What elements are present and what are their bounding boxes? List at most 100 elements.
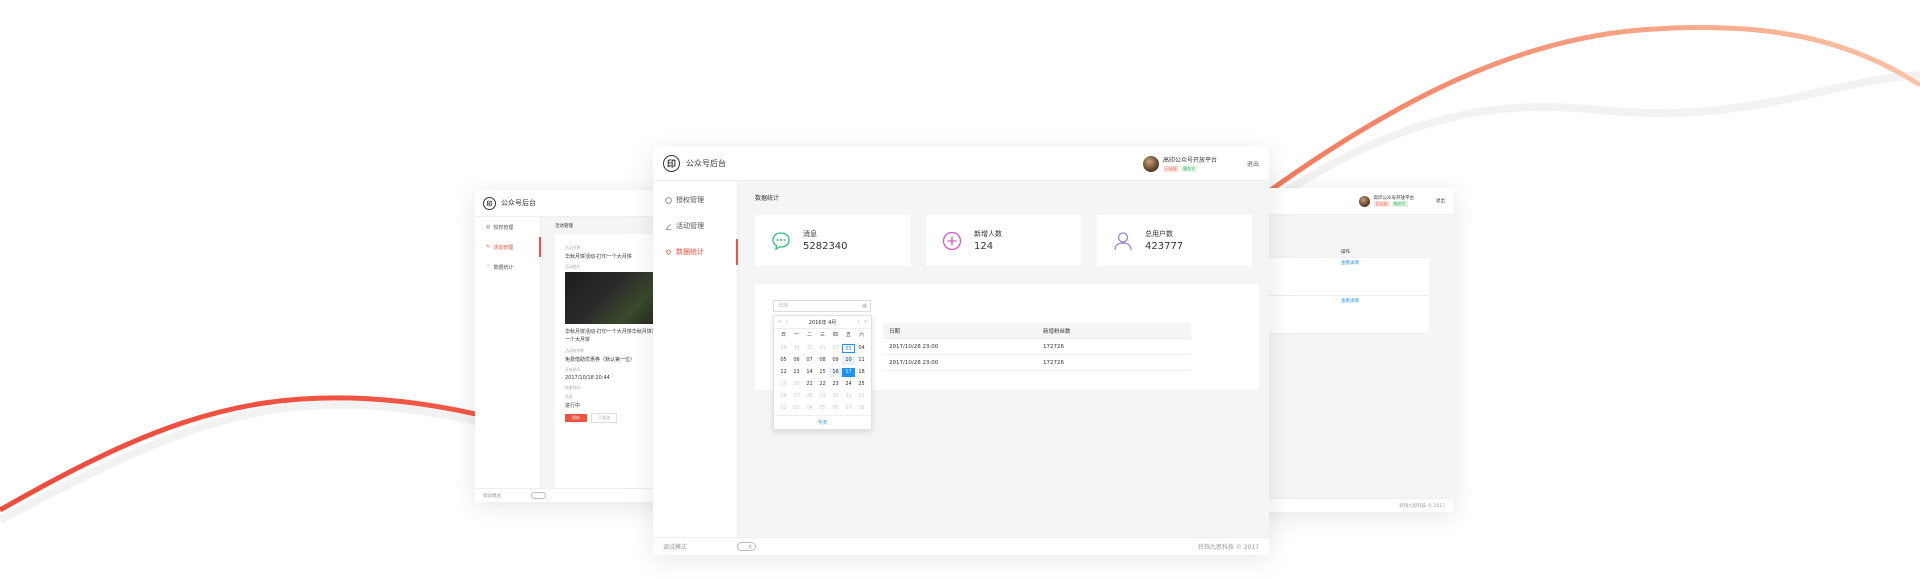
calendar-day[interactable]: 05 — [816, 404, 829, 413]
sidebar-item-label: 授权管理 — [493, 224, 514, 231]
calendar-day[interactable]: 16 — [829, 368, 842, 377]
calendar-day[interactable]: 29 — [816, 392, 829, 401]
today-button[interactable]: 今天 — [774, 415, 871, 429]
dev-mode-toggle[interactable]: 关 — [737, 542, 757, 551]
calendar-day[interactable]: 02 — [829, 344, 842, 353]
calendar-day[interactable]: 08 — [816, 356, 829, 365]
calendar-day[interactable]: 01 — [855, 392, 868, 401]
next-year-icon[interactable]: » — [864, 319, 867, 325]
avatar[interactable] — [1358, 195, 1370, 207]
calendar-day[interactable]: 30 — [790, 344, 803, 353]
calendar-day[interactable]: 03 — [790, 404, 803, 413]
unpublish-button[interactable]: 下架该 — [591, 413, 617, 423]
calendar-header: « ‹ 2016年 4月 › » — [774, 316, 871, 329]
sidebar-item-stats[interactable]: ♡ 数据统计 — [475, 257, 540, 277]
calendar-day[interactable]: 27 — [790, 392, 803, 401]
calendar-day[interactable]: 07 — [842, 404, 855, 413]
calendar-day[interactable]: 13 — [790, 368, 803, 377]
calendar-day[interactable]: 12 — [777, 368, 790, 377]
calendar-day[interactable]: 04 — [855, 344, 868, 353]
calendar-day[interactable]: 11 — [855, 356, 868, 365]
breadcrumb: 活动管理 — [555, 224, 573, 229]
calendar-day[interactable]: 04 — [803, 404, 816, 413]
toggle-label: 关 — [748, 544, 753, 549]
chart-icon — [666, 249, 671, 255]
table-cell: 172726 — [1043, 343, 1064, 350]
shield-icon: ◎ — [486, 224, 491, 230]
save-button[interactable]: 保存 — [565, 414, 587, 422]
date-placeholder: 日期 — [778, 303, 789, 309]
calendar-day[interactable]: 26 — [777, 392, 790, 401]
calendar-day[interactable]: 24 — [842, 380, 855, 389]
sidebar-item-stats[interactable]: 数据统计 — [653, 239, 738, 265]
footer: 铃铛九思科技 © 2017 — [1245, 498, 1453, 512]
calendar-day[interactable]: 10 — [842, 356, 855, 365]
sidebar-item-auth[interactable]: 授权管理 — [653, 187, 737, 213]
account-info: 高印公众号开放平台 已认证 服务号 — [1373, 195, 1414, 207]
calendar-day[interactable]: 21 — [803, 380, 816, 389]
logout-button[interactable]: 退出 — [1247, 159, 1259, 168]
weekday-label: 日 — [780, 332, 786, 338]
calendar-day[interactable]: 25 — [855, 380, 868, 389]
calendar-day[interactable]: 09 — [829, 356, 842, 365]
edit-icon — [665, 223, 672, 230]
view-details-link[interactable]: 查看详情 — [1337, 296, 1429, 333]
column-header-new-fans: 新增粉丝数 — [1043, 328, 1071, 335]
calendar-day[interactable]: 19 — [777, 380, 790, 389]
view-details-link[interactable]: 查看详情 — [1337, 258, 1429, 295]
calendar-day[interactable]: 20 — [790, 380, 803, 389]
sidebar-item-label: 活动管理 — [676, 222, 704, 230]
table-cell: 2017/10/28 23:00 — [889, 343, 939, 350]
edit-icon: ✎ — [486, 244, 491, 250]
prev-month-icon[interactable]: ‹ — [786, 319, 788, 325]
window-header: 印 公众号后台 高印公众号开放平台 已认证 服务号 退出 — [653, 147, 1269, 181]
verified-badge: 已认证 — [1162, 166, 1179, 172]
sidebar: 授权管理 活动管理 数据统计 — [653, 181, 738, 537]
calendar-dropdown: « ‹ 2016年 4月 › » 日 一 二 三 四 五 六 29 30 31 … — [773, 315, 872, 430]
sidebar-item-activity[interactable]: 活动管理 — [653, 213, 737, 239]
calendar-day[interactable]: 05 — [777, 356, 790, 365]
calendar-day[interactable]: 31 — [803, 344, 816, 353]
main-window: 印 公众号后台 高印公众号开放平台 已认证 服务号 退出 授权管理 活动管理 数… — [653, 147, 1269, 555]
calendar-day[interactable]: 18 — [855, 368, 868, 377]
calendar-day[interactable]: 06 — [790, 356, 803, 365]
dev-mode-toggle[interactable] — [531, 492, 546, 499]
brand-logo-icon: 印 — [663, 155, 680, 172]
calendar-day[interactable]: 23 — [829, 380, 842, 389]
calendar-day[interactable]: 17 — [842, 368, 855, 377]
sidebar-item-activity[interactable]: ✎ 活动管理 — [475, 237, 541, 257]
calendar-day[interactable]: 01 — [816, 344, 829, 353]
date-picker-input[interactable]: 日期 ▦ — [773, 300, 871, 312]
calendar-day[interactable]: 15 — [816, 368, 829, 377]
calendar-day[interactable]: 22 — [816, 380, 829, 389]
prev-year-icon[interactable]: « — [778, 319, 781, 325]
weekday-label: 二 — [806, 332, 812, 338]
calendar-title[interactable]: 2016年 4月 — [809, 319, 837, 326]
brand-title: 公众号后台 — [501, 199, 536, 207]
calendar-day[interactable]: 28 — [803, 392, 816, 401]
table-cell: 172726 — [1043, 359, 1064, 366]
table-row: 2017/10/28 23:00 172726 — [883, 339, 1191, 355]
dev-mode-label: 调试模式 — [483, 493, 501, 499]
calendar-day[interactable]: 03 — [842, 344, 855, 353]
calendar-day[interactable]: 29 — [777, 344, 790, 353]
verified-badge: 已认证 — [1373, 201, 1390, 207]
avatar[interactable] — [1142, 155, 1159, 172]
logout-button[interactable]: 退出 — [1436, 198, 1445, 204]
sidebar-item-label: 活动管理 — [493, 244, 514, 251]
calendar-day[interactable]: 06 — [829, 404, 842, 413]
sidebar-item-auth[interactable]: ◎ 授权管理 — [475, 217, 540, 237]
calendar-day[interactable]: 02 — [777, 404, 790, 413]
calendar-day[interactable]: 31 — [842, 392, 855, 401]
calendar-day[interactable]: 07 — [803, 356, 816, 365]
sidebar-item-label: 数据统计 — [676, 248, 704, 256]
calendar-day[interactable]: 30 — [829, 392, 842, 401]
next-month-icon[interactable]: › — [857, 319, 859, 325]
data-table: 操作 28 23:00 查看详情 28 23:00 查看详情 — [1245, 247, 1429, 334]
plus-circle-icon — [942, 231, 962, 250]
stat-value: 5282340 — [803, 241, 848, 252]
stat-label: 新增人数 — [974, 230, 1002, 238]
background-window-right: 高印公众号开放平台 已认证服务号 退出 操作 28 23:00 查看详情 28 … — [1245, 188, 1453, 512]
calendar-day[interactable]: 08 — [855, 404, 868, 413]
calendar-day[interactable]: 14 — [803, 368, 816, 377]
